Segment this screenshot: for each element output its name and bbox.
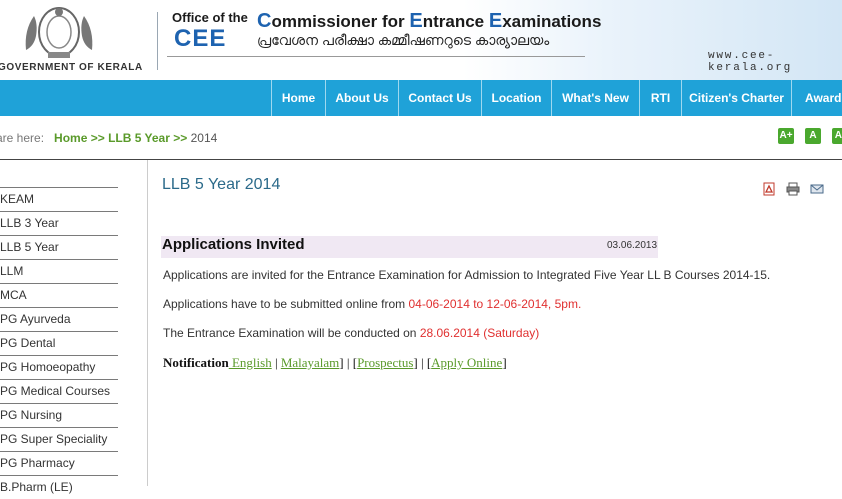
header-divider-line: [0, 159, 842, 160]
notification-label: Notification: [163, 355, 229, 370]
sidebar-item-mca[interactable]: MCA: [0, 283, 118, 307]
notification-separator: |: [271, 355, 281, 370]
nav-home[interactable]: Home: [271, 80, 325, 116]
notification-english-link[interactable]: English: [229, 355, 272, 370]
sidebar-item-llm[interactable]: LLM: [0, 259, 118, 283]
website-url: www.cee-kerala.org: [708, 50, 793, 74]
nav-awards[interactable]: Awards: [791, 80, 842, 116]
sidebar-item-pg-ayurveda[interactable]: PG Ayurveda: [0, 307, 118, 331]
breadcrumb-prefix: are here:: [0, 131, 45, 145]
main-nav: Home About Us Contact Us Location What's…: [0, 80, 842, 116]
sidebar-item-pg-dental[interactable]: PG Dental: [0, 331, 118, 355]
sidebar-item-pg-medical-courses[interactable]: PG Medical Courses: [0, 379, 118, 403]
print-icon[interactable]: [786, 182, 800, 196]
submission-text: Applications have to be submitted online…: [163, 297, 409, 311]
intro-paragraph: Applications are invited for the Entranc…: [163, 268, 771, 282]
page-title: LLB 5 Year 2014: [162, 176, 281, 193]
nav-contact-us[interactable]: Contact Us: [398, 80, 481, 116]
font-decrease-button[interactable]: A-: [832, 128, 842, 144]
office-of-label: Office of the: [172, 10, 248, 25]
sidebar-menu: KEAM LLB 3 Year LLB 5 Year LLM MCA PG Ay…: [0, 187, 118, 499]
applications-heading: Applications Invited: [162, 236, 305, 253]
pdf-icon[interactable]: [762, 182, 776, 196]
email-icon[interactable]: [810, 182, 824, 196]
font-reset-button[interactable]: A: [805, 128, 821, 144]
sidebar-divider: [147, 160, 148, 486]
sidebar-item-keam[interactable]: KEAM: [0, 187, 118, 211]
kerala-emblem-icon: [25, 7, 93, 58]
posted-date: 03.06.2013: [607, 240, 658, 251]
breadcrumb-separator: >>: [173, 131, 188, 145]
sidebar-item-pg-pharmacy[interactable]: PG Pharmacy: [0, 451, 118, 475]
site-header: GOVERNMENT OF KERALA Office of the CEE C…: [0, 0, 842, 80]
breadcrumb: are here: Home >> LLB 5 Year >> 2014: [0, 131, 217, 145]
title-underline: [167, 56, 585, 57]
notification-end-bracket: ]: [502, 355, 507, 370]
sidebar-item-llb-3-year[interactable]: LLB 3 Year: [0, 211, 118, 235]
breadcrumb-home[interactable]: Home: [54, 131, 87, 145]
font-increase-button[interactable]: A+: [778, 128, 794, 144]
exam-date: 28.06.2014 (Saturday): [419, 326, 540, 340]
sidebar-item-pg-nursing[interactable]: PG Nursing: [0, 403, 118, 427]
nav-about-us[interactable]: About Us: [325, 80, 398, 116]
notification-separator: ] | [: [339, 355, 358, 370]
commissioner-title: Commissioner for Entrance Examinations: [257, 10, 602, 32]
malayalam-title: പ്രവേശന പരീക്ഷാ കമ്മീഷണറുടെ കാര്യാലയം: [257, 32, 550, 48]
notification-links: Notification English | Malayalam] | [Pro…: [163, 355, 507, 371]
nav-whats-new[interactable]: What's New: [551, 80, 639, 116]
sidebar-item-pg-homoeopathy[interactable]: PG Homoeopathy: [0, 355, 118, 379]
prospectus-link[interactable]: Prospectus: [357, 355, 413, 370]
exam-paragraph: The Entrance Examination will be conduct…: [163, 326, 539, 340]
nav-citizens-charter[interactable]: Citizen's Charter: [681, 80, 791, 116]
government-label: GOVERNMENT OF KERALA: [0, 62, 143, 73]
nav-rti[interactable]: RTI: [639, 80, 681, 116]
notification-malayalam-link[interactable]: Malayalam: [281, 355, 339, 370]
cee-logo-text: CEE: [174, 25, 227, 52]
sidebar-item-pg-super-speciality[interactable]: PG Super Speciality: [0, 427, 118, 451]
header-divider: [157, 12, 158, 70]
breadcrumb-current: 2014: [190, 131, 218, 145]
submission-dates: 04-06-2014 to 12-06-2014, 5pm.: [408, 297, 582, 311]
sidebar-item-llb-5-year[interactable]: LLB 5 Year: [0, 235, 118, 259]
breadcrumb-separator: >>: [90, 131, 105, 145]
notification-separator: ] | [: [413, 355, 432, 370]
nav-location[interactable]: Location: [481, 80, 551, 116]
exam-text: The Entrance Examination will be conduct…: [163, 326, 420, 340]
submission-paragraph: Applications have to be submitted online…: [163, 297, 581, 311]
apply-online-link[interactable]: Apply Online: [431, 355, 502, 370]
breadcrumb-section[interactable]: LLB 5 Year: [108, 131, 170, 145]
sidebar-item-bpharm-le[interactable]: B.Pharm (LE): [0, 475, 118, 499]
